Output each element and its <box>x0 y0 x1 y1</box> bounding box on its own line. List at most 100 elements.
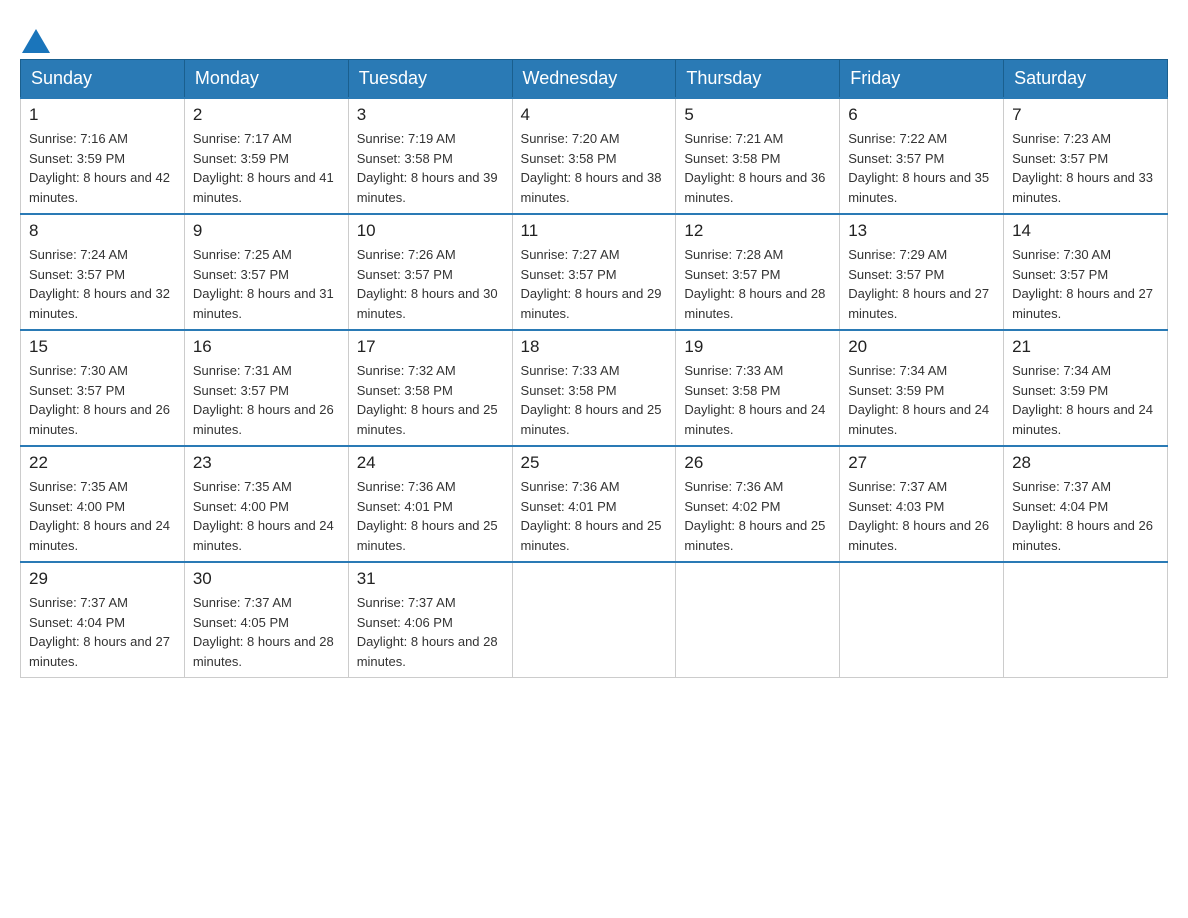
day-number: 8 <box>29 221 176 241</box>
calendar-cell: 27 Sunrise: 7:37 AMSunset: 4:03 PMDaylig… <box>840 446 1004 562</box>
calendar-header-sunday: Sunday <box>21 60 185 99</box>
calendar-cell: 17 Sunrise: 7:32 AMSunset: 3:58 PMDaylig… <box>348 330 512 446</box>
calendar-cell <box>840 562 1004 678</box>
calendar-cell: 13 Sunrise: 7:29 AMSunset: 3:57 PMDaylig… <box>840 214 1004 330</box>
day-number: 1 <box>29 105 176 125</box>
calendar-cell: 3 Sunrise: 7:19 AMSunset: 3:58 PMDayligh… <box>348 98 512 214</box>
calendar-cell: 5 Sunrise: 7:21 AMSunset: 3:58 PMDayligh… <box>676 98 840 214</box>
calendar-cell: 22 Sunrise: 7:35 AMSunset: 4:00 PMDaylig… <box>21 446 185 562</box>
day-number: 9 <box>193 221 340 241</box>
day-number: 5 <box>684 105 831 125</box>
day-info: Sunrise: 7:22 AMSunset: 3:57 PMDaylight:… <box>848 131 989 205</box>
day-info: Sunrise: 7:17 AMSunset: 3:59 PMDaylight:… <box>193 131 334 205</box>
day-info: Sunrise: 7:28 AMSunset: 3:57 PMDaylight:… <box>684 247 825 321</box>
day-info: Sunrise: 7:26 AMSunset: 3:57 PMDaylight:… <box>357 247 498 321</box>
day-number: 18 <box>521 337 668 357</box>
calendar-cell: 30 Sunrise: 7:37 AMSunset: 4:05 PMDaylig… <box>184 562 348 678</box>
calendar-cell <box>676 562 840 678</box>
calendar-cell: 7 Sunrise: 7:23 AMSunset: 3:57 PMDayligh… <box>1004 98 1168 214</box>
day-number: 17 <box>357 337 504 357</box>
day-info: Sunrise: 7:33 AMSunset: 3:58 PMDaylight:… <box>684 363 825 437</box>
day-number: 29 <box>29 569 176 589</box>
calendar-cell: 23 Sunrise: 7:35 AMSunset: 4:00 PMDaylig… <box>184 446 348 562</box>
calendar-header-saturday: Saturday <box>1004 60 1168 99</box>
day-info: Sunrise: 7:31 AMSunset: 3:57 PMDaylight:… <box>193 363 334 437</box>
calendar-cell: 18 Sunrise: 7:33 AMSunset: 3:58 PMDaylig… <box>512 330 676 446</box>
day-info: Sunrise: 7:35 AMSunset: 4:00 PMDaylight:… <box>29 479 170 553</box>
day-number: 4 <box>521 105 668 125</box>
day-number: 30 <box>193 569 340 589</box>
day-info: Sunrise: 7:37 AMSunset: 4:04 PMDaylight:… <box>1012 479 1153 553</box>
calendar-week-row: 8 Sunrise: 7:24 AMSunset: 3:57 PMDayligh… <box>21 214 1168 330</box>
day-number: 23 <box>193 453 340 473</box>
calendar-cell: 9 Sunrise: 7:25 AMSunset: 3:57 PMDayligh… <box>184 214 348 330</box>
calendar-cell <box>512 562 676 678</box>
day-number: 11 <box>521 221 668 241</box>
calendar-week-row: 22 Sunrise: 7:35 AMSunset: 4:00 PMDaylig… <box>21 446 1168 562</box>
day-number: 16 <box>193 337 340 357</box>
day-info: Sunrise: 7:16 AMSunset: 3:59 PMDaylight:… <box>29 131 170 205</box>
day-info: Sunrise: 7:34 AMSunset: 3:59 PMDaylight:… <box>848 363 989 437</box>
calendar-cell: 11 Sunrise: 7:27 AMSunset: 3:57 PMDaylig… <box>512 214 676 330</box>
calendar-table: SundayMondayTuesdayWednesdayThursdayFrid… <box>20 59 1168 678</box>
calendar-cell: 12 Sunrise: 7:28 AMSunset: 3:57 PMDaylig… <box>676 214 840 330</box>
day-number: 27 <box>848 453 995 473</box>
calendar-cell: 16 Sunrise: 7:31 AMSunset: 3:57 PMDaylig… <box>184 330 348 446</box>
calendar-cell: 8 Sunrise: 7:24 AMSunset: 3:57 PMDayligh… <box>21 214 185 330</box>
day-info: Sunrise: 7:21 AMSunset: 3:58 PMDaylight:… <box>684 131 825 205</box>
day-info: Sunrise: 7:25 AMSunset: 3:57 PMDaylight:… <box>193 247 334 321</box>
day-info: Sunrise: 7:37 AMSunset: 4:03 PMDaylight:… <box>848 479 989 553</box>
calendar-cell: 14 Sunrise: 7:30 AMSunset: 3:57 PMDaylig… <box>1004 214 1168 330</box>
day-number: 14 <box>1012 221 1159 241</box>
calendar-cell: 1 Sunrise: 7:16 AMSunset: 3:59 PMDayligh… <box>21 98 185 214</box>
day-info: Sunrise: 7:35 AMSunset: 4:00 PMDaylight:… <box>193 479 334 553</box>
page-header <box>20 20 1168 49</box>
day-info: Sunrise: 7:29 AMSunset: 3:57 PMDaylight:… <box>848 247 989 321</box>
day-info: Sunrise: 7:20 AMSunset: 3:58 PMDaylight:… <box>521 131 662 205</box>
day-number: 28 <box>1012 453 1159 473</box>
calendar-header-row: SundayMondayTuesdayWednesdayThursdayFrid… <box>21 60 1168 99</box>
calendar-cell: 4 Sunrise: 7:20 AMSunset: 3:58 PMDayligh… <box>512 98 676 214</box>
day-info: Sunrise: 7:36 AMSunset: 4:01 PMDaylight:… <box>357 479 498 553</box>
day-number: 6 <box>848 105 995 125</box>
day-number: 20 <box>848 337 995 357</box>
day-info: Sunrise: 7:37 AMSunset: 4:06 PMDaylight:… <box>357 595 498 669</box>
day-info: Sunrise: 7:19 AMSunset: 3:58 PMDaylight:… <box>357 131 498 205</box>
day-number: 7 <box>1012 105 1159 125</box>
day-info: Sunrise: 7:23 AMSunset: 3:57 PMDaylight:… <box>1012 131 1153 205</box>
day-number: 22 <box>29 453 176 473</box>
calendar-header-tuesday: Tuesday <box>348 60 512 99</box>
day-number: 12 <box>684 221 831 241</box>
calendar-week-row: 1 Sunrise: 7:16 AMSunset: 3:59 PMDayligh… <box>21 98 1168 214</box>
day-number: 3 <box>357 105 504 125</box>
calendar-cell: 20 Sunrise: 7:34 AMSunset: 3:59 PMDaylig… <box>840 330 1004 446</box>
calendar-header-wednesday: Wednesday <box>512 60 676 99</box>
calendar-header-friday: Friday <box>840 60 1004 99</box>
day-info: Sunrise: 7:27 AMSunset: 3:57 PMDaylight:… <box>521 247 662 321</box>
calendar-week-row: 29 Sunrise: 7:37 AMSunset: 4:04 PMDaylig… <box>21 562 1168 678</box>
calendar-cell: 15 Sunrise: 7:30 AMSunset: 3:57 PMDaylig… <box>21 330 185 446</box>
day-number: 25 <box>521 453 668 473</box>
calendar-cell: 26 Sunrise: 7:36 AMSunset: 4:02 PMDaylig… <box>676 446 840 562</box>
day-number: 26 <box>684 453 831 473</box>
day-number: 24 <box>357 453 504 473</box>
day-number: 13 <box>848 221 995 241</box>
day-number: 21 <box>1012 337 1159 357</box>
calendar-cell: 6 Sunrise: 7:22 AMSunset: 3:57 PMDayligh… <box>840 98 1004 214</box>
calendar-cell: 19 Sunrise: 7:33 AMSunset: 3:58 PMDaylig… <box>676 330 840 446</box>
day-info: Sunrise: 7:30 AMSunset: 3:57 PMDaylight:… <box>1012 247 1153 321</box>
day-info: Sunrise: 7:33 AMSunset: 3:58 PMDaylight:… <box>521 363 662 437</box>
logo-triangle-icon <box>22 29 50 53</box>
calendar-cell: 10 Sunrise: 7:26 AMSunset: 3:57 PMDaylig… <box>348 214 512 330</box>
logo <box>20 20 52 49</box>
day-info: Sunrise: 7:32 AMSunset: 3:58 PMDaylight:… <box>357 363 498 437</box>
day-number: 15 <box>29 337 176 357</box>
calendar-cell: 29 Sunrise: 7:37 AMSunset: 4:04 PMDaylig… <box>21 562 185 678</box>
calendar-header-thursday: Thursday <box>676 60 840 99</box>
day-info: Sunrise: 7:37 AMSunset: 4:05 PMDaylight:… <box>193 595 334 669</box>
calendar-cell: 24 Sunrise: 7:36 AMSunset: 4:01 PMDaylig… <box>348 446 512 562</box>
day-info: Sunrise: 7:34 AMSunset: 3:59 PMDaylight:… <box>1012 363 1153 437</box>
day-number: 31 <box>357 569 504 589</box>
calendar-cell: 21 Sunrise: 7:34 AMSunset: 3:59 PMDaylig… <box>1004 330 1168 446</box>
calendar-header-monday: Monday <box>184 60 348 99</box>
